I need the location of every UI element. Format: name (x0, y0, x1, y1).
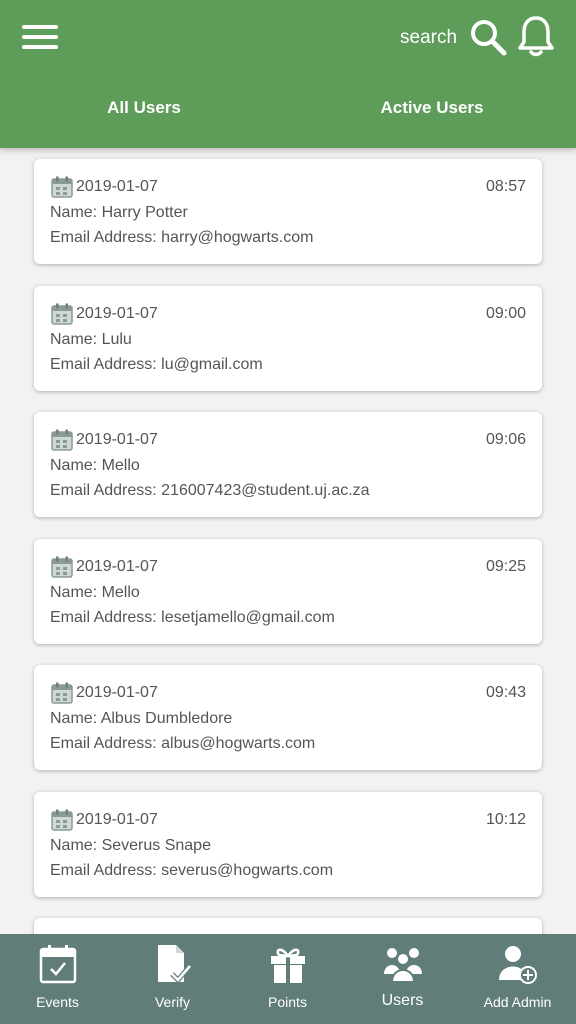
document-check-icon (157, 945, 192, 984)
nav-add-admin-label: Add Admin (483, 994, 552, 1010)
user-date: 2019-01-07 (76, 431, 158, 448)
user-date: 2019-01-07 (76, 178, 158, 195)
calendar-icon (51, 556, 73, 578)
calendar-icon (51, 682, 73, 704)
nav-points-label: Points (268, 994, 307, 1010)
calendar-icon (51, 303, 73, 325)
search-label[interactable]: search (400, 27, 457, 49)
user-card[interactable]: 2019-01-07 09:25 Name: Mello Email Addre… (34, 539, 542, 644)
user-date: 2019-01-07 (76, 305, 158, 322)
tab-all-users[interactable]: All Users (24, 98, 264, 118)
user-time: 09:25 (485, 558, 526, 575)
app-screen: search All Users Active Users 2019-01-07… (0, 0, 576, 1024)
calendar-icon (51, 176, 73, 198)
user-card[interactable]: 2019-01-07 10:12 Name: Severus Snape Ema… (34, 792, 542, 897)
add-user-icon (498, 946, 537, 984)
user-time: 10:12 (485, 811, 526, 828)
bell-icon[interactable] (516, 14, 556, 58)
user-email: Email Address: severus@hogwarts.com (50, 862, 334, 879)
user-card[interactable]: 2019-01-07 09:06 Name: Mello Email Addre… (34, 412, 542, 517)
user-date: 2019-01-07 (76, 558, 158, 575)
user-time: 08:57 (485, 178, 526, 195)
user-email: Email Address: lesetjamello@gmail.com (50, 609, 335, 626)
user-time: 09:06 (485, 431, 526, 448)
nav-add-admin[interactable]: Add Admin (460, 934, 575, 1024)
user-time: 09:00 (485, 305, 526, 322)
user-list[interactable]: 2019-01-07 08:57 Name: Harry Potter Emai… (0, 148, 576, 934)
bottom-navigation: Events Verify Points Users Add Admin (0, 934, 576, 1024)
user-name: Name: Lulu (50, 331, 132, 348)
user-card[interactable]: 2019-01-07 09:43 Name: Albus Dumbledore … (34, 665, 542, 770)
menu-icon[interactable] (22, 25, 58, 49)
user-date: 2019-01-07 (76, 684, 158, 701)
tab-active-users[interactable]: Active Users (312, 98, 552, 118)
nav-points[interactable]: Points (230, 934, 345, 1024)
search-icon[interactable] (468, 18, 508, 58)
nav-verify-label: Verify (154, 994, 190, 1010)
calendar-icon (51, 809, 73, 831)
user-email: Email Address: harry@hogwarts.com (50, 229, 314, 246)
user-card[interactable]: 2019-01-07 08:57 Name: Harry Potter Emai… (34, 159, 542, 264)
users-group-icon (383, 948, 422, 983)
nav-events[interactable]: Events (0, 934, 115, 1024)
user-email: Email Address: 216007423@student.uj.ac.z… (50, 482, 370, 499)
top-app-bar: search All Users Active Users (0, 0, 576, 148)
user-email: Email Address: albus@hogwarts.com (50, 735, 316, 752)
gift-icon (270, 948, 305, 983)
user-card[interactable]: 2019-01-07 09:00 Name: Lulu Email Addres… (34, 286, 542, 391)
nav-verify[interactable]: Verify (115, 934, 230, 1024)
nav-users-label: Users (381, 992, 424, 1009)
calendar-icon (51, 429, 73, 451)
user-time: 09:43 (485, 684, 526, 701)
nav-events-label: Events (36, 994, 79, 1010)
user-email: Email Address: lu@gmail.com (50, 356, 263, 373)
user-name: Name: Albus Dumbledore (50, 710, 233, 727)
user-date: 2019-01-07 (76, 811, 158, 828)
nav-users[interactable]: Users (345, 934, 460, 1024)
user-card-partial[interactable] (34, 918, 542, 934)
user-name: Name: Mello (50, 584, 140, 601)
calendar-check-icon (39, 945, 76, 984)
user-name: Name: Severus Snape (50, 837, 211, 854)
user-name: Name: Harry Potter (50, 204, 188, 221)
user-name: Name: Mello (50, 457, 140, 474)
